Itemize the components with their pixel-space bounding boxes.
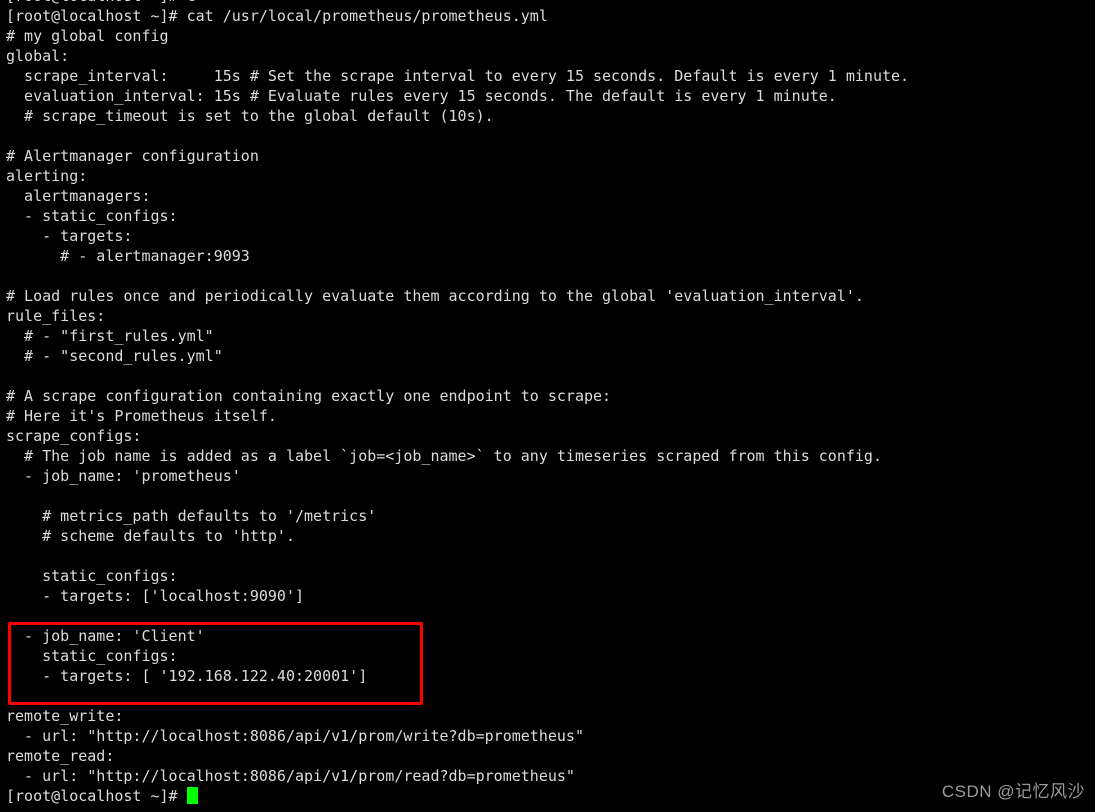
terminal-line: # Here it's Prometheus itself. <box>6 407 277 425</box>
terminal-line: - job_name: 'prometheus' <box>6 467 241 485</box>
terminal-line: scrape_interval: 15s # Set the scrape in… <box>6 67 910 85</box>
terminal-line: # scheme defaults to 'http'. <box>6 527 295 545</box>
terminal-line: # my global config <box>6 27 169 45</box>
terminal-prompt-line: [root@localhost ~]# <box>6 786 1091 806</box>
terminal-line: # The job name is added as a label `job=… <box>6 447 882 465</box>
terminal-line: - targets: ['localhost:9090'] <box>6 587 305 605</box>
terminal-line: static_configs: <box>6 567 178 585</box>
terminal-line-command: [root@localhost ~]# cat /usr/local/prome… <box>6 7 548 25</box>
terminal-line-highlighted: - targets: [ '192.168.122.40:20001'] <box>6 667 368 685</box>
terminal-line: # scrape_timeout is set to the global de… <box>6 107 494 125</box>
terminal-line: # A scrape configuration containing exac… <box>6 387 612 405</box>
terminal-line: - static_configs: <box>6 207 178 225</box>
terminal-line: # metrics_path defaults to '/metrics' <box>6 507 377 525</box>
terminal-line-highlighted: static_configs: <box>6 647 178 665</box>
terminal-line: - url: "http://localhost:8086/api/v1/pro… <box>6 767 575 785</box>
terminal-line: alertmanagers: <box>6 187 151 205</box>
terminal-window[interactable]: [root@localhost ~]# c [root@localhost ~]… <box>0 0 1095 812</box>
shell-prompt: [root@localhost ~]# <box>6 787 187 805</box>
terminal-line: rule_files: <box>6 307 106 325</box>
terminal-line: # - alertmanager:9093 <box>6 247 250 265</box>
terminal-line: evaluation_interval: 15s # Evaluate rule… <box>6 87 837 105</box>
terminal-line-highlighted: - job_name: 'Client' <box>6 627 205 645</box>
csdn-watermark: CSDN @记忆风沙 <box>941 782 1085 801</box>
terminal-line: - url: "http://localhost:8086/api/v1/pro… <box>6 727 584 745</box>
terminal-line: scrape_configs: <box>6 427 142 445</box>
terminal-line: alerting: <box>6 167 88 185</box>
terminal-output: [root@localhost ~]# c [root@localhost ~]… <box>6 0 1091 806</box>
text-cursor <box>186 787 198 804</box>
terminal-line: remote_write: <box>6 707 124 725</box>
terminal-line: # - "second_rules.yml" <box>6 347 223 365</box>
terminal-line: global: <box>6 47 70 65</box>
terminal-line: remote_read: <box>6 747 115 765</box>
terminal-line: # Alertmanager configuration <box>6 147 259 165</box>
terminal-line: # - "first_rules.yml" <box>6 327 214 345</box>
terminal-line: # Load rules once and periodically evalu… <box>6 287 864 305</box>
terminal-line: - targets: <box>6 227 133 245</box>
